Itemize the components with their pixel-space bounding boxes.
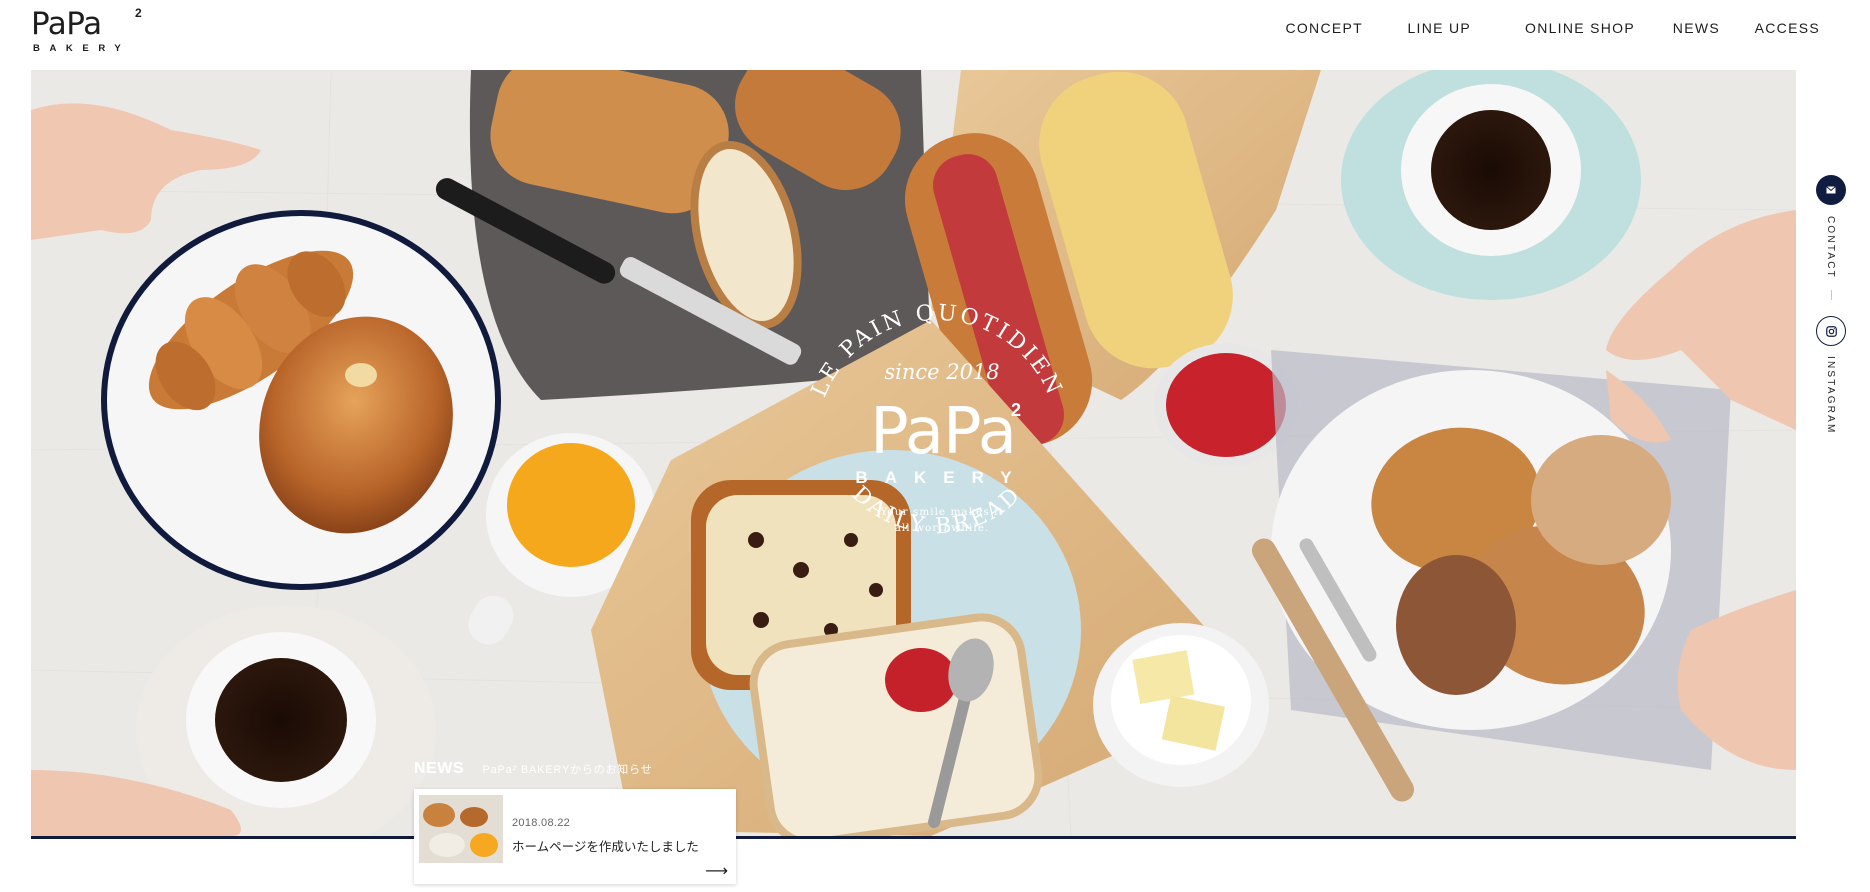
svg-text:LE PAIN QUOTIDIEN: LE PAIN QUOTIDIEN: [807, 301, 1067, 401]
emblem-tagline-2: all worthwhile.: [894, 522, 990, 534]
news-title[interactable]: ホームページを作成いたしました: [512, 836, 699, 855]
nav-line-up[interactable]: LINE UP: [1407, 20, 1471, 36]
news-subheading: PaPa² BAKERYからのお知らせ: [482, 764, 653, 776]
emblem-arc-top: LE PAIN QUOTIDIEN: [807, 301, 1064, 401]
instagram-icon: [1825, 325, 1837, 337]
logo-superscript: 2: [135, 6, 142, 20]
news-heading: NEWS: [414, 760, 464, 777]
nav-online-shop[interactable]: ONLINE SHOP: [1525, 20, 1635, 36]
contact-label[interactable]: CONTACT: [1825, 216, 1836, 279]
contact-button[interactable]: [1816, 175, 1846, 205]
arrow-right-icon[interactable]: ⟶: [705, 861, 728, 881]
mail-icon: [1826, 186, 1836, 194]
news-date: 2018.08.22: [512, 817, 571, 829]
logo-word: PaPa: [31, 6, 102, 42]
emblem-tagline-1: Your smile makes it: [880, 506, 1004, 518]
rail-divider: [1831, 290, 1832, 300]
nav-access[interactable]: ACCESS: [1755, 20, 1820, 36]
logo-subtitle: BAKERY: [33, 43, 131, 54]
news-header: NEWS PaPa² BAKERYからのお知らせ: [414, 760, 653, 780]
nav-concept[interactable]: CONCEPT: [1285, 20, 1363, 36]
emblem-papa: PaPa: [870, 395, 1017, 469]
emblem-since: since 2018: [884, 360, 1000, 384]
emblem-bakery: BAKERY: [855, 468, 1029, 487]
news-card[interactable]: 2018.08.22 ホームページを作成いたしました ⟶: [414, 789, 736, 884]
instagram-button[interactable]: [1816, 316, 1846, 346]
hero-emblem: LE PAIN QUOTIDIEN DAILY BREAD since 2018…: [747, 250, 1127, 630]
emblem-papa-sup: 2: [1011, 400, 1022, 420]
site-logo[interactable]: PaPa 2 BAKERY: [31, 6, 151, 56]
news-thumbnail: [419, 795, 503, 863]
hero-bottom-rule: [31, 836, 1796, 839]
nav-news[interactable]: NEWS: [1673, 20, 1720, 36]
hero-image: LE PAIN QUOTIDIEN DAILY BREAD since 2018…: [31, 70, 1796, 836]
instagram-label[interactable]: INSTAGRAM: [1825, 356, 1836, 435]
news-thumbnail-image: [419, 795, 503, 863]
